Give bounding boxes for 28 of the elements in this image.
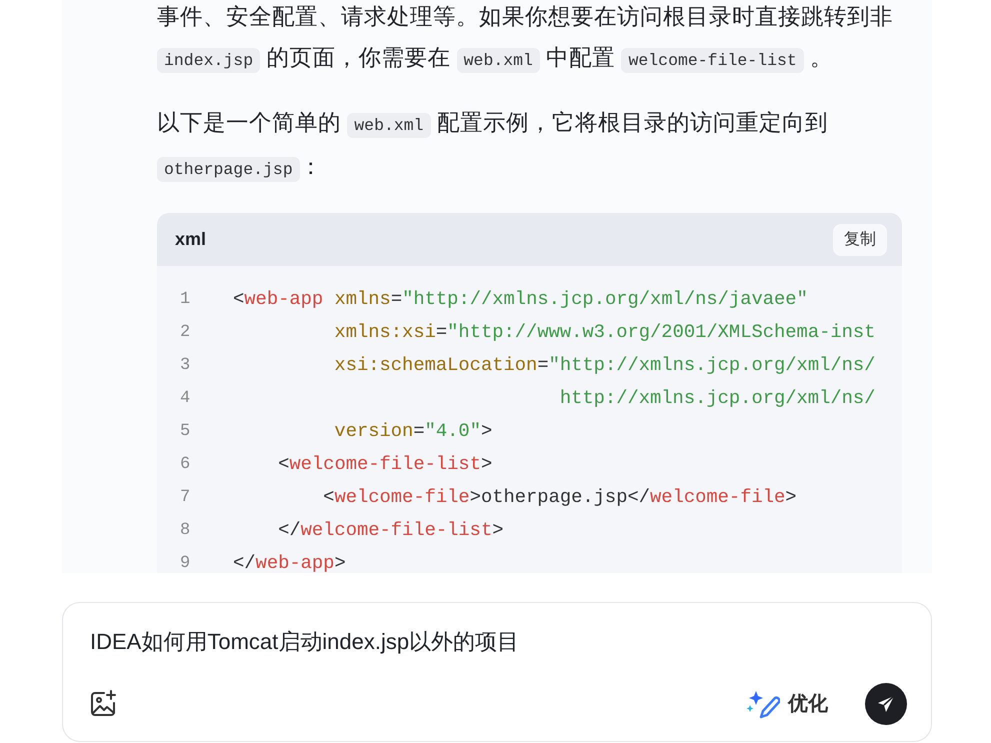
code-line: version="4.0"> [333, 419, 494, 444]
line-number: 2 [179, 322, 192, 344]
line-number: 9 [179, 552, 192, 573]
line-number: 3 [179, 354, 192, 377]
line-number: 5 [179, 420, 192, 443]
paragraph: 事件、安全配置、请求处理等。如果你想要在访问根目录时直接跳转到非 index.jsp 的页面，你需要在 web.xml 中配置 welcome-file-list 。 [157, 0, 907, 81]
line-number: 7 [179, 486, 192, 509]
sparkle-pen-icon [746, 689, 780, 719]
code-line: <web-app xmlns="http://xmlns.jcp.org/xml/ns/javaee" [233, 287, 809, 312]
code-line: </web-app> [233, 551, 347, 573]
optimize-button[interactable]: 优化 [788, 689, 828, 719]
line-number: 6 [179, 454, 192, 476]
add-image-icon[interactable] [88, 689, 118, 719]
send-button[interactable] [865, 683, 907, 725]
code-line: <welcome-file>otherpage.jsp</welcome-file> [322, 485, 798, 510]
line-number: 8 [179, 520, 192, 542]
code-line: xmlns:xsi="http://www.w3.org/2001/XMLSchema-inst [333, 320, 876, 346]
line-number: 1 [179, 288, 192, 311]
copy-button[interactable]: 复制 [833, 224, 887, 256]
message-input[interactable]: IDEA如何用Tomcat启动index.jsp以外的项目 [90, 625, 907, 658]
code-line: http://xmlns.jcp.org/xml/ns/ [558, 386, 876, 412]
code-line: <welcome-file-list> [277, 452, 494, 478]
paragraph: 以下是一个简单的 web.xml 配置示例，它将根目录的访问重定向到 otherpage.jsp ： [157, 102, 907, 190]
send-icon [876, 694, 896, 714]
code-language: xml [175, 228, 206, 251]
code-line: xsi:schemaLocation="http://xmlns.jcp.org/xml/ns/ [333, 353, 876, 378]
line-number: 4 [179, 388, 192, 410]
code-line: </welcome-file-list> [277, 518, 505, 544]
